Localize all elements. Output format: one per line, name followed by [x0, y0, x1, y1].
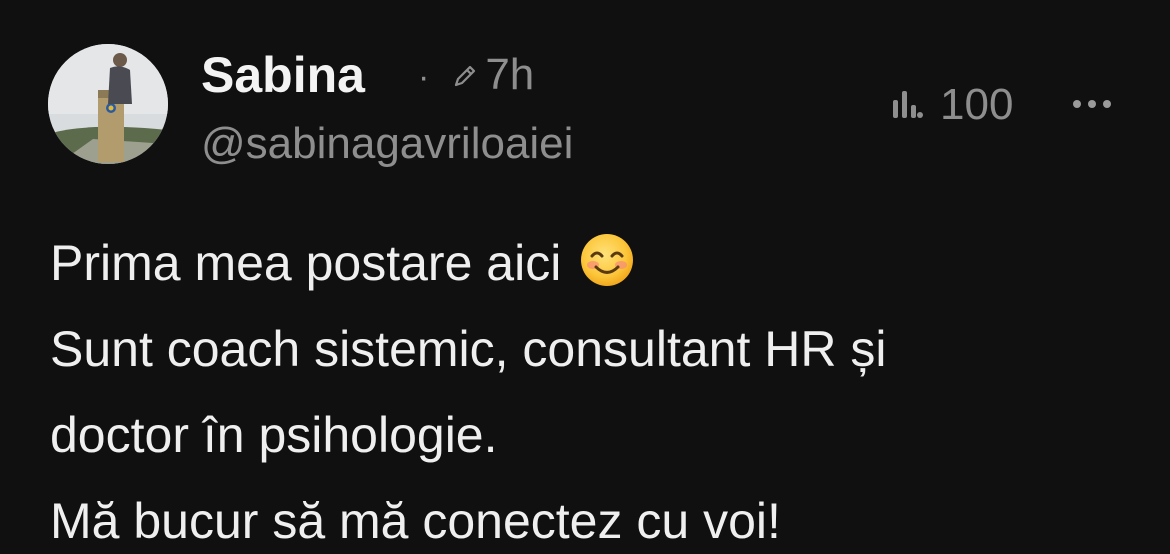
author-display-name[interactable]: Sabina: [201, 46, 365, 104]
author-avatar[interactable]: [48, 44, 168, 164]
views-count: 100: [940, 80, 1014, 129]
post-meta: · 7h: [418, 46, 534, 104]
post-body: Prima mea postare aici Sunt coach sistem…: [50, 220, 1150, 554]
post-body-line-text: Prima mea postare aici: [50, 235, 562, 291]
meta-separator: ·: [418, 57, 430, 96]
post-body-line: Sunt coach sistemic, consultant HR și: [50, 321, 887, 377]
pencil-icon: [455, 65, 476, 87]
views-counter[interactable]: 100: [890, 80, 1013, 130]
smiling-face-emoji-icon: [581, 234, 634, 286]
post-body-line: Prima mea postare aici: [50, 220, 1150, 306]
author-handle[interactable]: @sabinagavriloaiei: [201, 118, 573, 170]
bar-chart-icon: [893, 91, 923, 118]
post-body-line: doctor în psihologie.: [50, 407, 498, 463]
post-card: Sabina · 7h @sabinagavriloaiei 100 Prima…: [0, 0, 1170, 554]
avatar-photo-icon: [48, 44, 168, 164]
more-horizontal-icon[interactable]: [1068, 84, 1116, 124]
post-timestamp: 7h: [485, 50, 535, 99]
post-body-line: Mă bucur să mă conectez cu voi!: [50, 493, 781, 549]
